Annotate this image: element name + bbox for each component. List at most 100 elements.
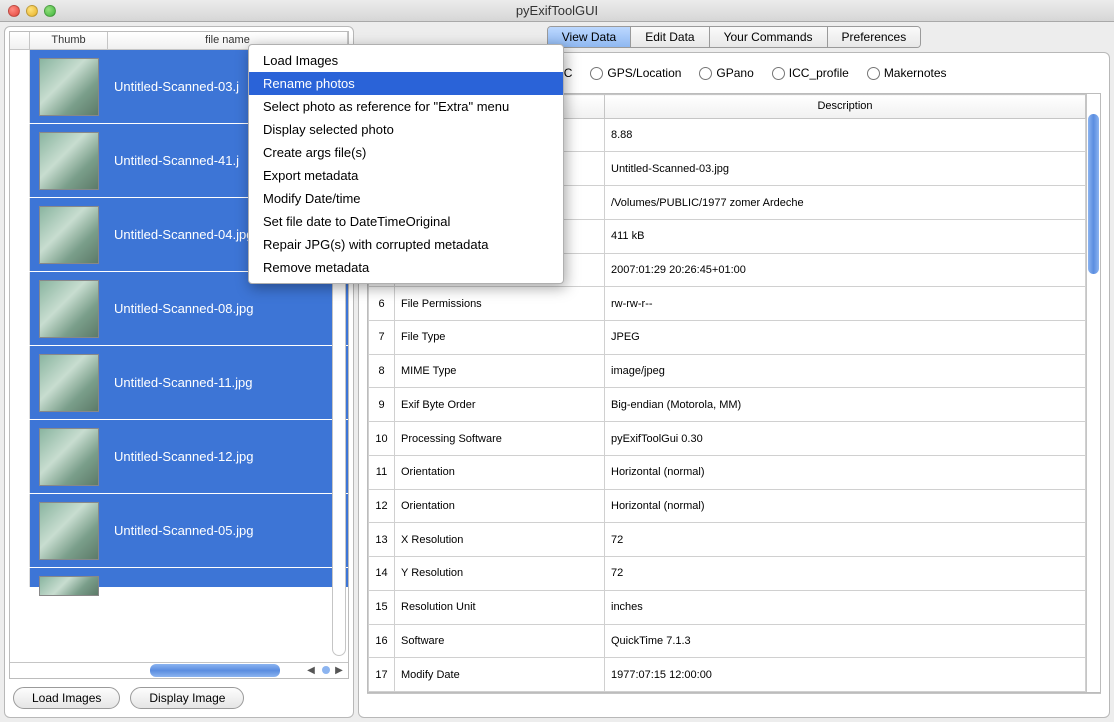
meta-row[interactable]: 8MIME Typeimage/jpeg — [369, 354, 1086, 388]
meta-value: 2007:01:29 20:26:45+01:00 — [605, 253, 1086, 287]
metadata-hscroll[interactable] — [367, 693, 1101, 709]
file-row-index: 3 — [10, 198, 30, 271]
meta-row[interactable]: 13X Resolution72 — [369, 523, 1086, 557]
meta-tag: Software — [395, 624, 605, 658]
meta-tag: File Type — [395, 321, 605, 355]
file-row[interactable]: 6 Untitled-Scanned-12.jpg — [10, 420, 348, 494]
meta-row-num: 17 — [369, 658, 395, 692]
meta-row-num: 15 — [369, 590, 395, 624]
radio-gps-location[interactable]: GPS/Location — [590, 66, 681, 80]
meta-tag: X Resolution — [395, 523, 605, 557]
meta-row-num: 10 — [369, 422, 395, 456]
meta-row[interactable]: 7File TypeJPEG — [369, 321, 1086, 355]
menu-item-export-metadata[interactable]: Export metadata — [249, 164, 563, 187]
meta-row[interactable]: 17Modify Date1977:07:15 12:00:00 — [369, 658, 1086, 692]
meta-tag: Exif Byte Order — [395, 388, 605, 422]
meta-row-num: 14 — [369, 557, 395, 591]
thumbnail-icon — [39, 58, 99, 116]
thumbnail-icon — [39, 206, 99, 264]
tab-edit-data[interactable]: Edit Data — [631, 27, 709, 47]
meta-row-num: 13 — [369, 523, 395, 557]
meta-value: inches — [605, 590, 1086, 624]
meta-value: image/jpeg — [605, 354, 1086, 388]
file-row[interactable]: 7 Untitled-Scanned-05.jpg — [10, 494, 348, 568]
meta-tag: Processing Software — [395, 422, 605, 456]
meta-row-num: 11 — [369, 455, 395, 489]
meta-tag: Resolution Unit — [395, 590, 605, 624]
meta-value: pyExifToolGui 0.30 — [605, 422, 1086, 456]
file-row-index: 6 — [10, 420, 30, 493]
load-images-button[interactable]: Load Images — [13, 687, 120, 709]
meta-row[interactable]: 16SoftwareQuickTime 7.1.3 — [369, 624, 1086, 658]
col-thumb[interactable]: Thumb — [30, 32, 108, 49]
col-description: Description — [605, 95, 1086, 119]
meta-row[interactable]: 6File Permissionsrw-rw-r-- — [369, 287, 1086, 321]
menu-item-rename-photos[interactable]: Rename photos — [249, 72, 563, 95]
meta-row[interactable]: 10Processing SoftwarepyExifToolGui 0.30 — [369, 422, 1086, 456]
menu-item-create-args-file-s[interactable]: Create args file(s) — [249, 141, 563, 164]
file-row-index: 4 — [10, 272, 30, 345]
menu-item-remove-metadata[interactable]: Remove metadata — [249, 256, 563, 279]
menu-item-set-file-date-to-datetimeoriginal[interactable]: Set file date to DateTimeOriginal — [249, 210, 563, 233]
meta-row-num: 16 — [369, 624, 395, 658]
meta-value: Untitled-Scanned-03.jpg — [605, 152, 1086, 186]
thumbnail-icon — [39, 132, 99, 190]
meta-value: rw-rw-r-- — [605, 287, 1086, 321]
meta-value: /Volumes/PUBLIC/1977 zomer Ardeche — [605, 186, 1086, 220]
meta-row[interactable]: 11OrientationHorizontal (normal) — [369, 455, 1086, 489]
meta-value: Big-endian (Motorola, MM) — [605, 388, 1086, 422]
meta-row-num: 8 — [369, 354, 395, 388]
thumbnail-icon — [39, 428, 99, 486]
radio-icc-profile[interactable]: ICC_profile — [772, 66, 849, 80]
window-title: pyExifToolGUI — [0, 3, 1114, 18]
meta-value: 411 kB — [605, 219, 1086, 253]
radio-gpano[interactable]: GPano — [699, 66, 753, 80]
meta-value: 8.88 — [605, 118, 1086, 152]
context-menu: Load ImagesRename photosSelect photo as … — [248, 44, 564, 284]
menu-item-modify-date-time[interactable]: Modify Date/time — [249, 187, 563, 210]
meta-row-num: 12 — [369, 489, 395, 523]
meta-tag: Modify Date — [395, 658, 605, 692]
thumbnail-icon — [39, 576, 99, 596]
meta-row[interactable]: 15Resolution Unitinches — [369, 590, 1086, 624]
thumbnail-icon — [39, 502, 99, 560]
meta-tag: Orientation — [395, 455, 605, 489]
meta-value: JPEG — [605, 321, 1086, 355]
file-row-index: 5 — [10, 346, 30, 419]
metadata-vscroll[interactable] — [1086, 94, 1100, 692]
meta-value: 1977:07:15 12:00:00 — [605, 658, 1086, 692]
meta-row-num: 6 — [369, 287, 395, 321]
file-row-index: 1 — [10, 50, 30, 123]
file-row-index: 2 — [10, 124, 30, 197]
file-name-label: Untitled-Scanned-05.jpg — [108, 494, 348, 567]
meta-tag: Orientation — [395, 489, 605, 523]
file-name-label: Untitled-Scanned-12.jpg — [108, 420, 348, 493]
menu-item-repair-jpg-s-with-corrupted-metadata[interactable]: Repair JPG(s) with corrupted metadata — [249, 233, 563, 256]
thumbnail-icon — [39, 280, 99, 338]
meta-tag: File Permissions — [395, 287, 605, 321]
meta-row[interactable]: 12OrientationHorizontal (normal) — [369, 489, 1086, 523]
scroll-right-icon[interactable]: ▶ — [332, 664, 346, 678]
meta-value: Horizontal (normal) — [605, 455, 1086, 489]
menu-item-select-photo-as-reference-for-extra-menu[interactable]: Select photo as reference for "Extra" me… — [249, 95, 563, 118]
display-image-button[interactable]: Display Image — [130, 687, 244, 709]
meta-tag: MIME Type — [395, 354, 605, 388]
main-tabs: View DataEdit DataYour CommandsPreferenc… — [547, 26, 921, 48]
file-list-hscroll[interactable]: ◀ ▶ — [10, 662, 348, 678]
file-name-label: Untitled-Scanned-11.jpg — [108, 346, 348, 419]
file-row[interactable]: 5 Untitled-Scanned-11.jpg — [10, 346, 348, 420]
meta-row[interactable]: 9Exif Byte OrderBig-endian (Motorola, MM… — [369, 388, 1086, 422]
tab-preferences[interactable]: Preferences — [828, 27, 921, 47]
thumbnail-icon — [39, 354, 99, 412]
menu-item-load-images[interactable]: Load Images — [249, 49, 563, 72]
file-row-index: 7 — [10, 494, 30, 567]
meta-value: 72 — [605, 523, 1086, 557]
meta-row-num: 7 — [369, 321, 395, 355]
scroll-left-icon[interactable]: ◀ — [304, 664, 318, 678]
menu-item-display-selected-photo[interactable]: Display selected photo — [249, 118, 563, 141]
tab-your-commands[interactable]: Your Commands — [710, 27, 828, 47]
meta-row[interactable]: 14Y Resolution72 — [369, 557, 1086, 591]
meta-row-num: 9 — [369, 388, 395, 422]
radio-makernotes[interactable]: Makernotes — [867, 66, 947, 80]
title-bar: pyExifToolGUI — [0, 0, 1114, 22]
